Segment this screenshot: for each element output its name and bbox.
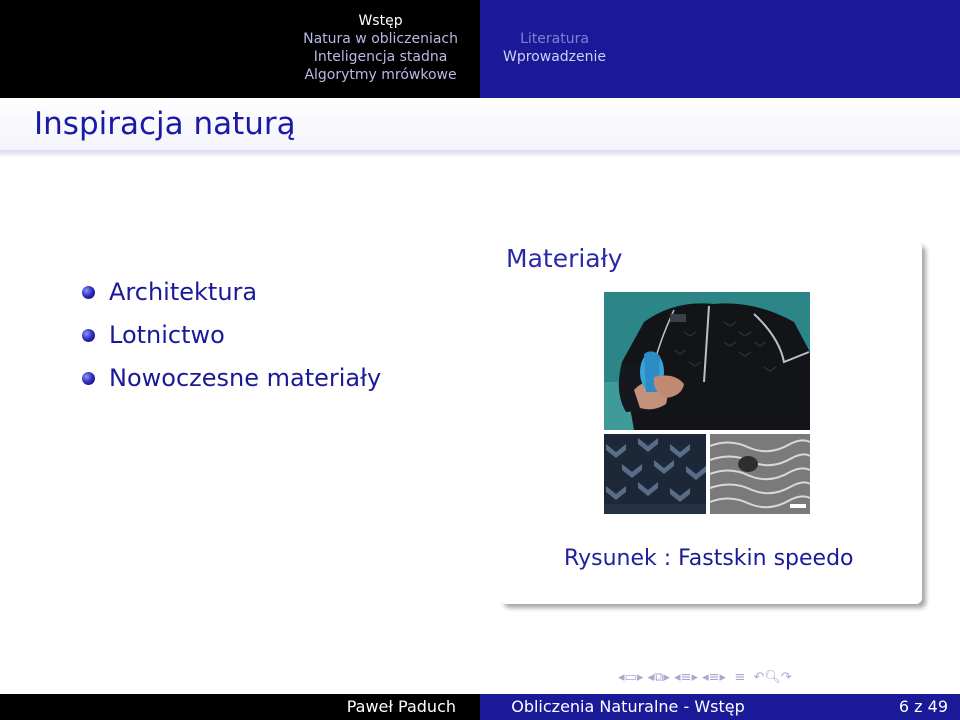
- list-item-text: Architektura: [109, 278, 258, 306]
- nav-right-panel: Literatura Wprowadzenie: [480, 0, 960, 98]
- search-back-icon[interactable]: ↶: [749, 669, 765, 687]
- bullet-list: Architektura Lotnictwo Nowoczesne materi…: [80, 274, 381, 403]
- bullet-ball-icon: [82, 372, 95, 385]
- title-divider: [0, 150, 960, 158]
- section-icon[interactable]: ≡: [709, 669, 720, 687]
- footer-page-number: 6 z 49: [776, 694, 960, 720]
- slide-icon[interactable]: ▭: [625, 669, 637, 687]
- figure-caption-text: Fastskin speedo: [678, 546, 854, 571]
- swimsuit-illustration: [604, 292, 810, 430]
- bullet-ball-icon: [82, 286, 95, 299]
- footer-author: Paweł Paduch: [0, 694, 480, 720]
- prev-subsection-arrow-icon[interactable]: ◂: [670, 669, 681, 687]
- search-forward-icon[interactable]: ↷: [781, 669, 792, 687]
- bullet-ball-icon: [82, 329, 95, 342]
- prev-section-arrow-icon[interactable]: ◂: [698, 669, 709, 687]
- section-list: Wstęp Natura w obliczeniach Inteligencja…: [303, 12, 458, 84]
- list-item: Lotnictwo: [80, 317, 381, 360]
- fabric-texture-illustration: [604, 434, 706, 514]
- nav-left-panel: Wstęp Natura w obliczeniach Inteligencja…: [0, 0, 480, 98]
- sharkskin-micrograph-photo: [710, 434, 810, 514]
- beamer-navigation-symbols: ◂ ▭ ▸ ◂ ⧉ ▸ ◂ ≡ ▸ ◂ ≡ ▸ ≡ ↶ 🔍︎ ↷: [618, 669, 792, 687]
- search-icon[interactable]: 🔍︎: [764, 669, 781, 687]
- subsection-icon[interactable]: ≡: [681, 669, 692, 687]
- list-item-text: Lotnictwo: [109, 321, 225, 349]
- footer: Paweł Paduch Obliczenia Naturalne - Wstę…: [0, 694, 960, 720]
- nav-subsection-natura[interactable]: Natura w obliczeniach: [303, 30, 458, 48]
- sharkskin-texture-illustration: [710, 434, 810, 514]
- footer-title: Obliczenia Naturalne - Wstęp: [480, 694, 776, 720]
- figure-caption: Rysunek : Fastskin speedo: [564, 546, 854, 571]
- frame-title: Inspiracja naturą: [34, 106, 296, 142]
- subsection-list: Literatura Wprowadzenie: [503, 30, 606, 66]
- list-item-text: Nowoczesne materiały: [109, 364, 382, 392]
- frame-title-bar: Inspiracja naturą: [0, 98, 960, 152]
- list-item: Nowoczesne materiały: [80, 360, 381, 403]
- prev-frame-arrow-icon[interactable]: ◂: [643, 669, 654, 687]
- figure-block: Materiały Rysunek: Fastskin speedo: [500, 242, 922, 604]
- block-title: Materiały: [506, 244, 623, 273]
- nav-subsection-inteligencja[interactable]: Inteligencja stadna: [303, 48, 458, 66]
- swimsuit-photo: [604, 292, 810, 430]
- frame-icon[interactable]: ⧉: [654, 669, 663, 687]
- figure-label: Rysunek :: [564, 546, 672, 571]
- nav-subsection-algorytmy[interactable]: Algorytmy mrówkowe: [303, 66, 458, 84]
- document-icon[interactable]: ≡: [726, 669, 749, 687]
- nav-section-wstep[interactable]: Wstęp: [303, 12, 458, 30]
- list-item: Architektura: [80, 274, 381, 317]
- fabric-detail-photo: [604, 434, 706, 514]
- nav-subsection-literatura[interactable]: Literatura: [503, 30, 606, 48]
- nav-subsection-wprowadzenie[interactable]: Wprowadzenie: [503, 48, 606, 66]
- header-navigation: Wstęp Natura w obliczeniach Inteligencja…: [0, 0, 960, 98]
